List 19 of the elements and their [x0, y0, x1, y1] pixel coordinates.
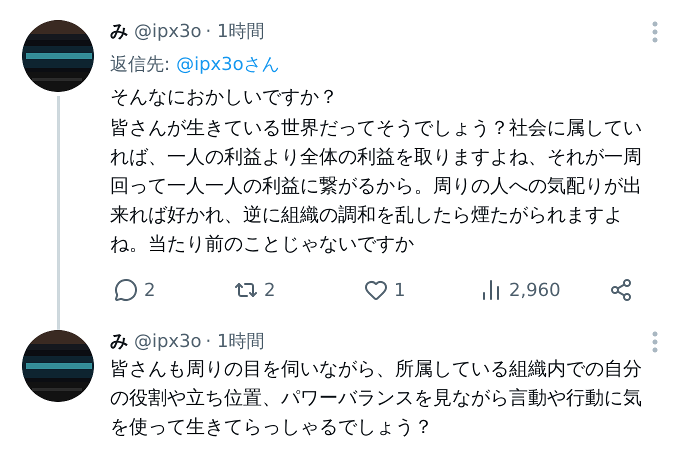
like-button[interactable]: 1 [364, 276, 479, 304]
retweet-button[interactable]: 2 [234, 276, 364, 304]
user-handle: @ipx3o [134, 330, 202, 354]
heart-icon [364, 278, 388, 302]
display-name: み [110, 20, 128, 44]
user-handle: @ipx3o [134, 20, 202, 44]
more-icon[interactable] [652, 21, 658, 43]
share-icon [609, 278, 633, 302]
display-name: み [110, 330, 128, 354]
reply-button[interactable]: 2 [114, 276, 234, 304]
timestamp: · 1時間 [206, 20, 264, 44]
timestamp: · 1時間 [206, 330, 264, 354]
reply-label: 返信先: [110, 53, 170, 77]
tweet-text: 皆さんも周りの目を伺いながら、所属している組織内での自分の役割や立ち位置、パワーバランスを見ながら言動や行動に気を使って生きてらっしゃるでしょう？ [110, 357, 643, 440]
tweet-text: そんなにおかしいですか？ [110, 85, 339, 110]
more-icon[interactable] [652, 331, 658, 353]
reply-icon [114, 278, 138, 302]
views-button[interactable]: 2,960 [479, 276, 609, 304]
tweet-text: 皆さんが生きている世界だってそうでしょう？社会に属していれば、一人の利益より全体の利益を取りますよね、それが一周回って一人一人の利益に繋がるから。周りの人への気配りが出来れば好かれ、逆に組織の調和を乱したら煙たがられますよね。当たり前のことじゃないですか [110, 116, 643, 257]
